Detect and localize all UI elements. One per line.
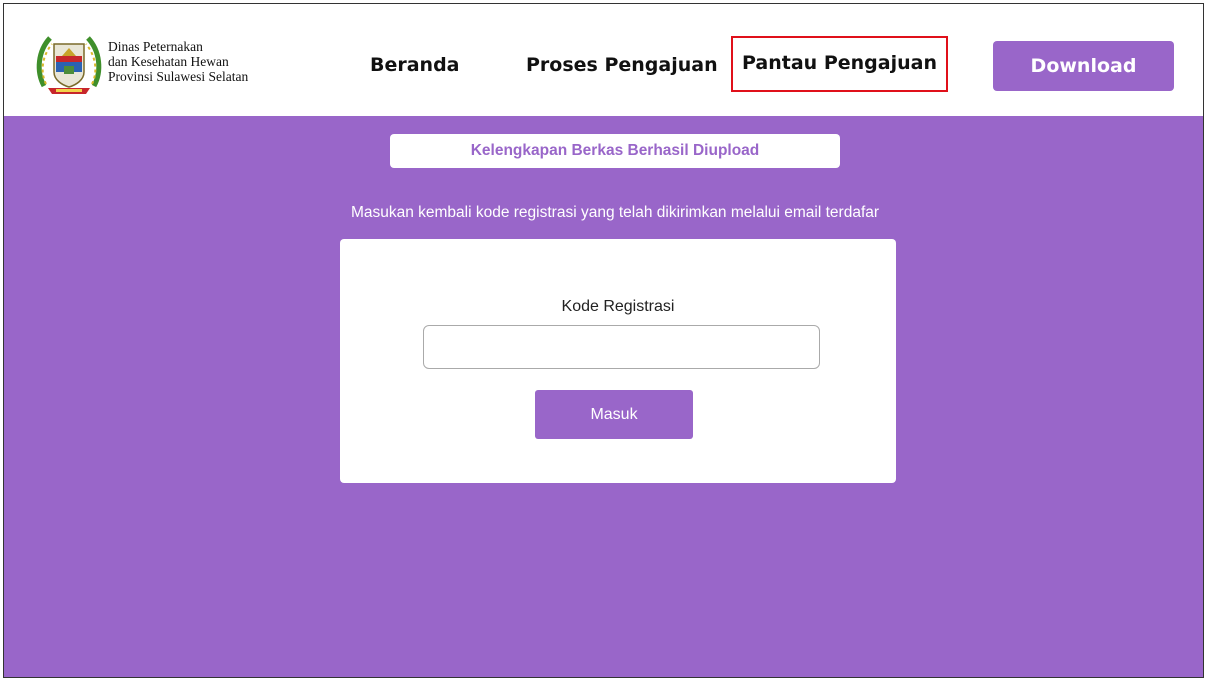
org-name-line-3: Provinsi Sulawesi Selatan [108,69,249,84]
nav-pantau-label: Pantau Pengajuan [742,52,937,74]
org-name-line-1: Dinas Peternakan [108,39,203,54]
provincial-crest-icon [36,36,102,94]
nav-pantau-pengajuan[interactable]: Pantau Pengajuan [731,36,948,92]
page-frame: Dinas Peternakan dan Kesehatan Hewan Pro… [3,3,1204,678]
organization-name: Dinas Peternakan dan Kesehatan Hewan Pro… [108,39,248,84]
registration-code-label: Kode Registrasi [561,298,675,315]
org-name-line-2: dan Kesehatan Hewan [108,54,229,69]
header: Dinas Peternakan dan Kesehatan Hewan Pro… [4,4,1203,116]
masuk-button[interactable]: Masuk [535,390,693,439]
upload-success-badge: Kelengkapan Berkas Berhasil Diupload [390,134,840,168]
instruction-text: Masukan kembali kode registrasi yang tel… [350,204,880,221]
registration-card: Kode Registrasi Masuk [340,239,896,483]
nav-proses-pengajuan[interactable]: Proses Pengajuan [526,54,718,76]
main-content: Kelengkapan Berkas Berhasil Diupload Mas… [4,116,1203,677]
download-button[interactable]: Download [993,41,1174,91]
nav-beranda[interactable]: Beranda [370,54,460,76]
registration-code-input[interactable] [423,325,820,369]
